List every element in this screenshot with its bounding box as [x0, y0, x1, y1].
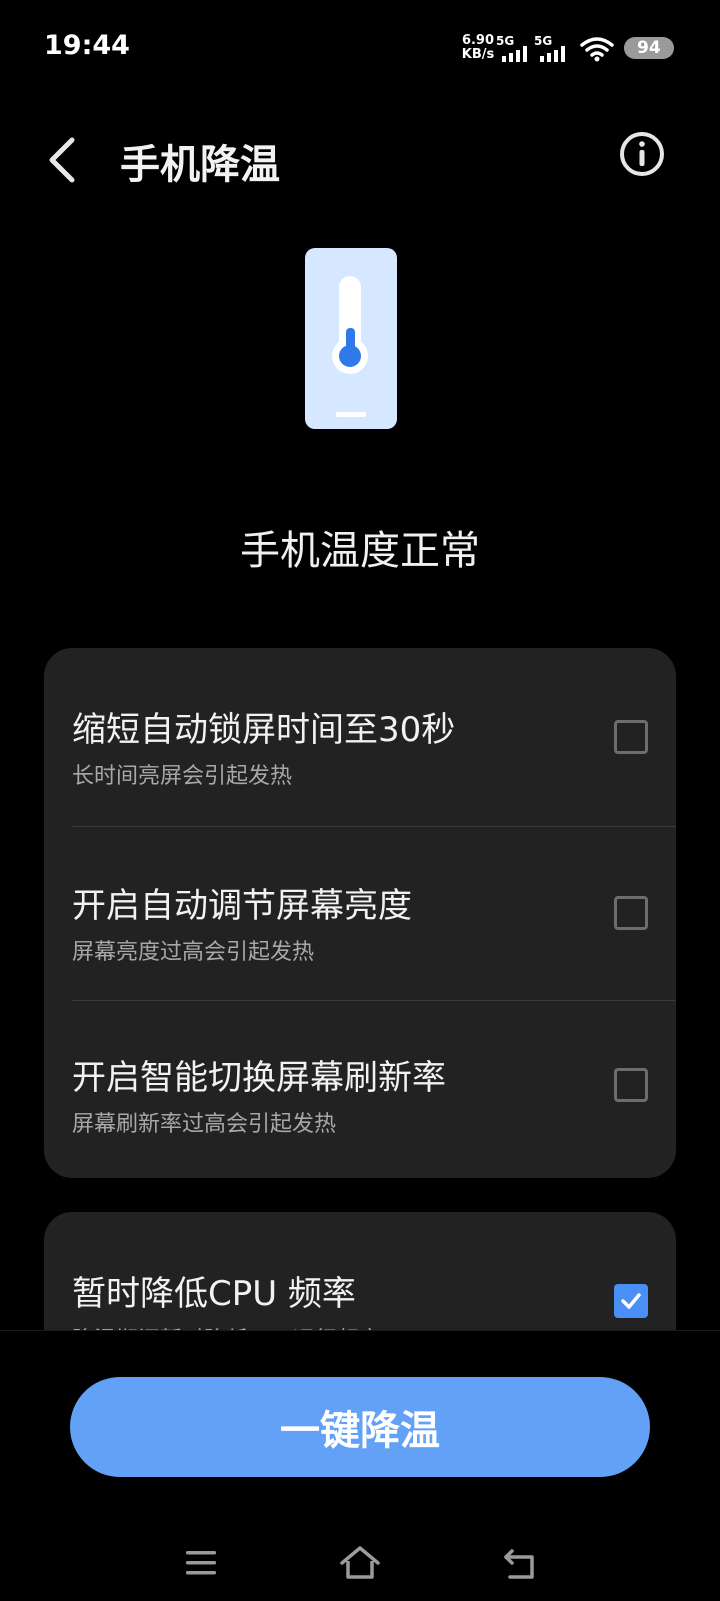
option-title: 开启智能切换屏幕刷新率 [72, 1058, 446, 1098]
signal-sim2-icon: 5G [534, 34, 568, 62]
one-click-cool-button[interactable]: 一键降温 [70, 1377, 650, 1477]
option-item-lockscreen[interactable]: 缩短自动锁屏时间至30秒 长时间亮屏会引起发热 [72, 648, 676, 820]
signal-sim1-icon: 5G [496, 34, 530, 62]
checkbox-icon[interactable] [614, 896, 648, 930]
app-header: 手机降温 [0, 110, 720, 210]
option-item-brightness[interactable]: 开启自动调节屏幕亮度 屏幕亮度过高会引起发热 [72, 824, 676, 996]
battery-indicator: 94 [624, 37, 674, 59]
back-nav-icon[interactable] [496, 1539, 544, 1587]
checkbox-icon[interactable] [614, 1068, 648, 1102]
net-speed: 6.90 KB/s [459, 34, 497, 62]
checkbox-checked-icon[interactable] [614, 1284, 648, 1318]
option-title: 暂时降低CPU 频率 [72, 1274, 356, 1314]
option-desc: 屏幕刷新率过高会引起发热 [72, 1112, 337, 1137]
status-time: 19:44 [44, 30, 130, 61]
option-title: 缩短自动锁屏时间至30秒 [72, 710, 456, 750]
system-nav-bar [0, 1525, 720, 1601]
status-bar: 19:44 6.90 KB/s 5G 5G 94 [0, 0, 720, 96]
battery-level: 94 [637, 38, 661, 58]
home-icon[interactable] [336, 1539, 384, 1587]
bottom-action-panel: 一键降温 [0, 1330, 720, 1601]
option-desc: 屏幕亮度过高会引起发热 [72, 940, 315, 965]
info-icon[interactable] [618, 130, 666, 178]
menu-icon[interactable] [176, 1539, 224, 1587]
option-desc: 长时间亮屏会引起发热 [72, 764, 293, 789]
option-item-refresh-rate[interactable]: 开启智能切换屏幕刷新率 屏幕刷新率过高会引起发热 [72, 996, 676, 1168]
back-arrow-icon[interactable] [42, 132, 86, 188]
page-title: 手机降温 [120, 142, 280, 188]
net-speed-unit: KB/s [461, 47, 495, 62]
temperature-status: 手机温度正常 [240, 528, 480, 574]
options-card: 缩短自动锁屏时间至30秒 长时间亮屏会引起发热 开启自动调节屏幕亮度 屏幕亮度过… [44, 648, 676, 1178]
net-speed-value: 6.90 [461, 33, 495, 48]
option-title: 开启自动调节屏幕亮度 [72, 886, 412, 926]
wifi-icon [580, 37, 614, 62]
checkbox-icon[interactable] [614, 720, 648, 754]
thermometer-phone-icon [305, 248, 397, 429]
